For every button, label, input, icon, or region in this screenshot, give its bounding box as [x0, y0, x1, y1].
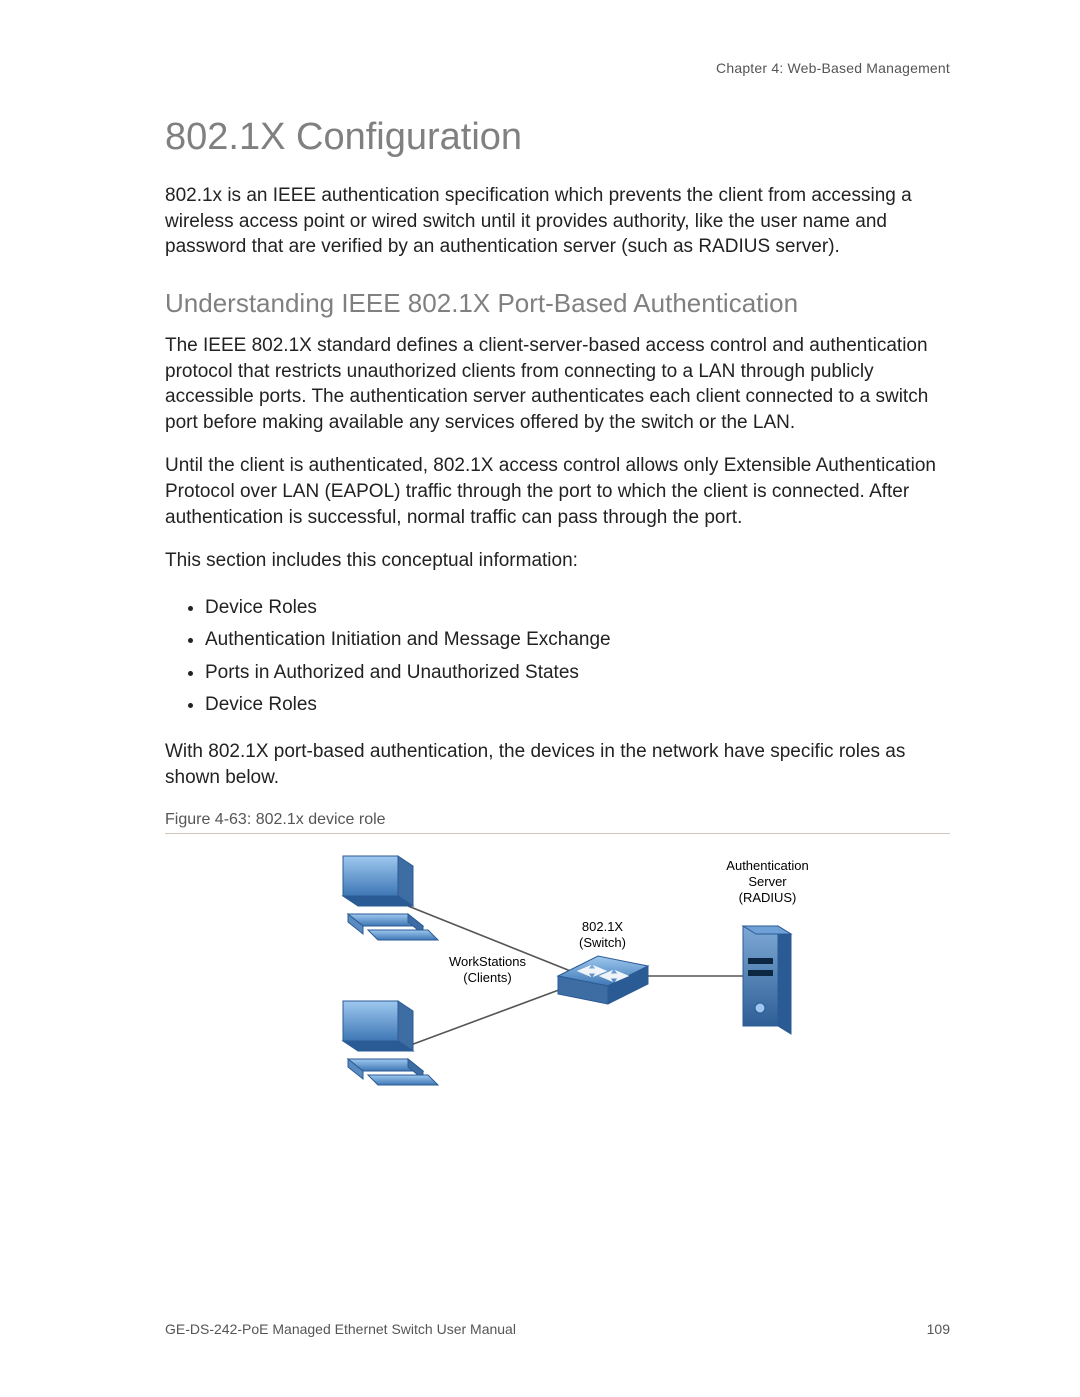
body-paragraph: The IEEE 802.1X standard defines a clien…	[165, 333, 950, 436]
concept-list: Device Roles Authentication Initiation a…	[165, 592, 950, 721]
list-item: Authentication Initiation and Message Ex…	[205, 624, 950, 656]
page-title: 802.1X Configuration	[165, 116, 950, 159]
workstations-label: WorkStations(Clients)	[433, 954, 543, 987]
figure-diagram: WorkStations(Clients) 802.1X(Switch) Aut…	[303, 846, 813, 1106]
chapter-header: Chapter 4: Web-Based Management	[165, 60, 950, 76]
switch-label: 802.1X(Switch)	[558, 919, 648, 952]
intro-paragraph: 802.1x is an IEEE authentication specifi…	[165, 183, 950, 260]
body-paragraph: This section includes this conceptual in…	[165, 548, 950, 574]
server-icon	[743, 926, 791, 1034]
manual-name: GE-DS-242-PoE Managed Ethernet Switch Us…	[165, 1321, 516, 1337]
document-page: Chapter 4: Web-Based Management 802.1X C…	[0, 0, 1080, 1397]
figure-caption: Figure 4-63: 802.1x device role	[165, 811, 950, 834]
body-paragraph: With 802.1X port-based authentication, t…	[165, 739, 950, 790]
list-item: Device Roles	[205, 689, 950, 721]
switch-icon	[558, 956, 648, 1004]
page-number: 109	[927, 1321, 950, 1337]
list-item: Ports in Authorized and Unauthorized Sta…	[205, 657, 950, 689]
list-item: Device Roles	[205, 592, 950, 624]
body-paragraph: Until the client is authenticated, 802.1…	[165, 453, 950, 530]
section-subtitle: Understanding IEEE 802.1X Port-Based Aut…	[165, 288, 950, 319]
workstation-icon	[343, 856, 438, 940]
workstation-icon	[343, 1001, 438, 1085]
page-footer: GE-DS-242-PoE Managed Ethernet Switch Us…	[165, 1321, 950, 1337]
server-label: AuthenticationServer(RADIUS)	[703, 858, 833, 907]
